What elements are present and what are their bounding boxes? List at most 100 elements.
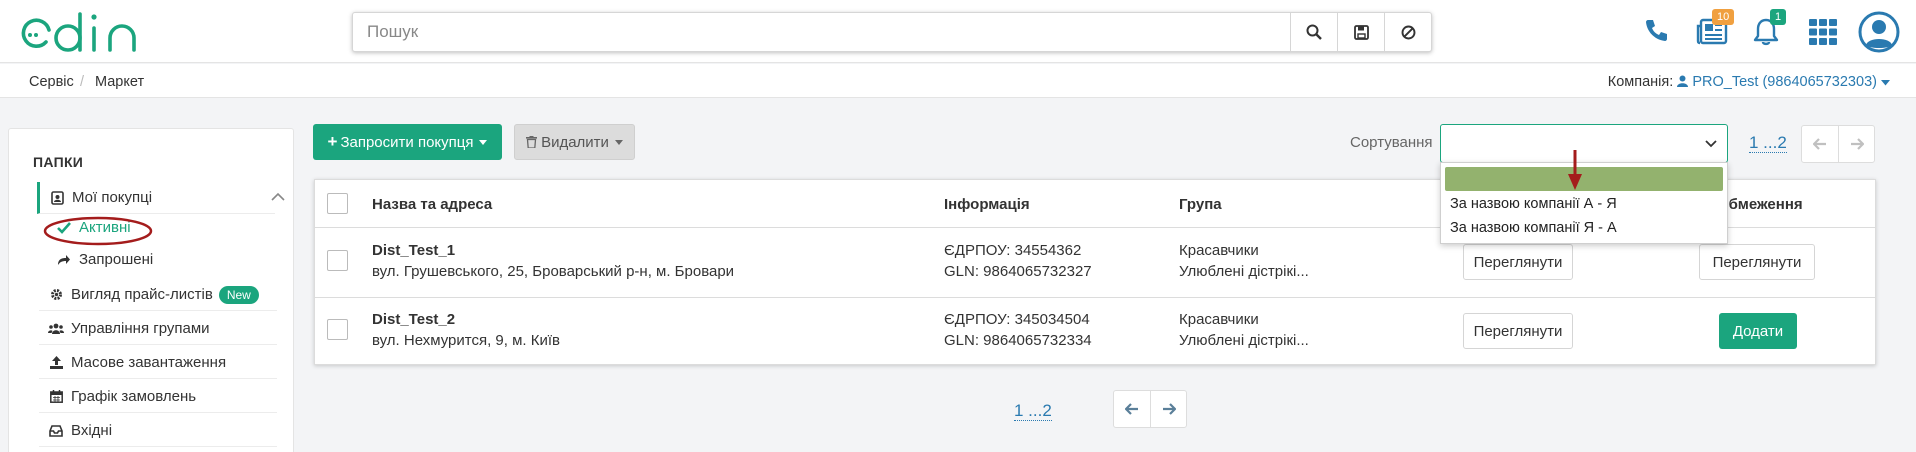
view-button[interactable]: Переглянути <box>1463 244 1573 280</box>
sidebar-item-price-view[interactable]: Вигляд прайс-листів New <box>39 279 277 311</box>
edin-logo[interactable] <box>18 8 158 58</box>
caret-down-icon <box>1881 80 1890 86</box>
annotation-arrow <box>1568 150 1582 190</box>
row-info-cell: ЄДРПОУ: 34554362 GLN: 9864065732327 <box>944 240 1092 282</box>
breadcrumb-item-service[interactable]: Сервіс <box>29 74 74 90</box>
limits-view-button[interactable]: Переглянути <box>1699 244 1815 280</box>
sort-option-empty[interactable] <box>1445 167 1723 191</box>
top-pager-arrows <box>1801 125 1875 163</box>
delete-button[interactable]: Видалити <box>514 124 635 160</box>
invite-buyer-button[interactable]: + Запросити покупця <box>313 124 502 160</box>
sidebar-item-groups[interactable]: Управління групами <box>39 313 277 345</box>
arrow-left-icon <box>1813 138 1826 150</box>
row-address: вул. Нехмурится, 9, м. Київ <box>372 332 561 349</box>
row-gln: GLN: 9864065732334 <box>944 332 1092 349</box>
sidebar-sub-invited-label: Запрошені <box>79 251 154 268</box>
clear-search-button[interactable] <box>1384 13 1431 51</box>
arrow-right-icon <box>1162 403 1176 415</box>
search-button[interactable] <box>1290 13 1337 51</box>
company-selector[interactable]: Компанія: PRO_Test (9864065732303) <box>1608 74 1890 90</box>
company-label: Компанія: <box>1607 74 1674 90</box>
next-page-button[interactable] <box>1838 126 1874 162</box>
gear-icon <box>50 289 62 300</box>
news-button[interactable]: 10 <box>1696 9 1735 46</box>
sort-option-a-z[interactable]: За назвою компанії А - Я <box>1450 196 1617 212</box>
arrow-right-icon <box>1850 138 1864 150</box>
chevron-up-icon[interactable] <box>271 192 285 201</box>
view-button[interactable]: Переглянути <box>1463 313 1573 349</box>
row-group-2: Улюблені дістрікі... <box>1179 332 1309 349</box>
next-page-button[interactable] <box>1150 391 1186 427</box>
row-info-cell: ЄДРПОУ: 345034504 GLN: 9864065732334 <box>944 309 1092 351</box>
caret-down-icon <box>479 139 488 145</box>
caret-down-icon <box>614 139 623 145</box>
new-badge: New <box>218 285 259 304</box>
user-avatar-icon[interactable] <box>1858 11 1900 53</box>
top-pager-pages[interactable]: 1 ...2 <box>1749 134 1787 153</box>
delete-label: Видалити <box>541 133 609 151</box>
sort-select[interactable] <box>1440 124 1728 163</box>
col-header-name[interactable]: Назва та адреса <box>372 180 492 228</box>
row-divider <box>315 297 1875 298</box>
search-input[interactable] <box>353 13 1290 51</box>
share-icon <box>58 254 70 265</box>
invite-buyer-label: Запросити покупця <box>340 133 474 151</box>
sidebar-sub-invited[interactable]: Запрошені <box>57 251 153 268</box>
notifications-button[interactable]: 1 <box>1752 9 1787 46</box>
sidebar-item-order-schedule[interactable]: Графік замовлень <box>39 381 277 413</box>
prev-page-button[interactable] <box>1114 391 1150 427</box>
sidebar-item-label: Вхідні <box>71 422 113 439</box>
trash-icon <box>526 136 538 148</box>
breadcrumb-separator: / <box>80 74 85 90</box>
bottom-pager-pages[interactable]: 1 ...2 <box>1014 402 1052 421</box>
upload-icon <box>49 356 63 369</box>
prev-page-button[interactable] <box>1802 126 1838 162</box>
sort-dropdown-list: За назвою компанії А - Я За назвою компа… <box>1440 162 1728 244</box>
row-gln: GLN: 9864065732327 <box>944 263 1092 280</box>
sidebar-item-label: Вигляд прайс-листів <box>71 286 213 303</box>
sidebar-item-label: Управління групами <box>71 320 210 337</box>
company-name: PRO_Test (9864065732303) <box>1692 74 1877 90</box>
breadcrumb-item-market: Маркет <box>95 74 145 90</box>
phone-icon[interactable] <box>1643 17 1669 43</box>
inbox-icon <box>49 424 63 437</box>
col-header-info: Інформація <box>944 195 1030 213</box>
highlight-ellipse <box>43 216 153 246</box>
company-link[interactable]: PRO_Test (9864065732303) <box>1677 74 1890 90</box>
row-address: вул. Грушевського, 25, Броварський р-н, … <box>372 263 735 280</box>
apps-grid-icon[interactable] <box>1809 19 1837 45</box>
row-checkbox[interactable] <box>327 250 348 271</box>
row-group-1: Красавчики <box>1179 242 1259 259</box>
row-name-cell: Dist_Test_1 вул. Грушевського, 25, Брова… <box>372 240 734 282</box>
folders-title: ПАПКИ <box>33 154 84 170</box>
search-icon <box>1306 24 1322 40</box>
row-name-cell: Dist_Test_2 вул. Нехмурится, 9, м. Київ <box>372 309 560 351</box>
folders-sidebar: ПАПКИ Мої покупці Активні Запрошені Вигл… <box>8 128 294 452</box>
sidebar-item-label: Мої покупці <box>72 189 153 206</box>
row-name[interactable]: Dist_Test_1 <box>372 242 455 259</box>
user-icon <box>1677 75 1689 87</box>
top-header: 10 1 <box>0 0 1916 63</box>
users-icon <box>48 323 64 334</box>
row-group-1: Красавчики <box>1179 311 1259 328</box>
row-name[interactable]: Dist_Test_2 <box>372 311 455 328</box>
news-badge: 10 <box>1712 9 1735 25</box>
col-header-limits: Обмеження <box>1717 195 1803 213</box>
sidebar-item-label: Масове завантаження <box>71 354 227 371</box>
select-all-checkbox[interactable] <box>327 193 348 214</box>
bottom-pager-arrows <box>1113 390 1187 428</box>
sidebar-item-my-purchases[interactable]: Мої покупці <box>37 182 285 214</box>
breadcrumb-bar: Сервіс / Маркет Компанія: PRO_Test (9864… <box>0 64 1916 98</box>
add-limit-button[interactable]: Додати <box>1719 313 1797 349</box>
chevron-down-icon <box>1705 140 1717 148</box>
sidebar-item-inbox[interactable]: Вхідні <box>39 415 277 447</box>
row-checkbox[interactable] <box>327 319 348 340</box>
sidebar-item-bulk-upload[interactable]: Масове завантаження <box>39 347 277 379</box>
save-search-button[interactable] <box>1337 13 1384 51</box>
search-bar <box>352 12 1432 52</box>
sort-option-z-a[interactable]: За назвою компанії Я - А <box>1450 220 1617 236</box>
floppy-icon <box>1353 24 1369 40</box>
notifications-badge: 1 <box>1770 9 1787 25</box>
sidebar-item-label: Графік замовлень <box>71 388 197 405</box>
contact-card-icon <box>50 190 64 205</box>
